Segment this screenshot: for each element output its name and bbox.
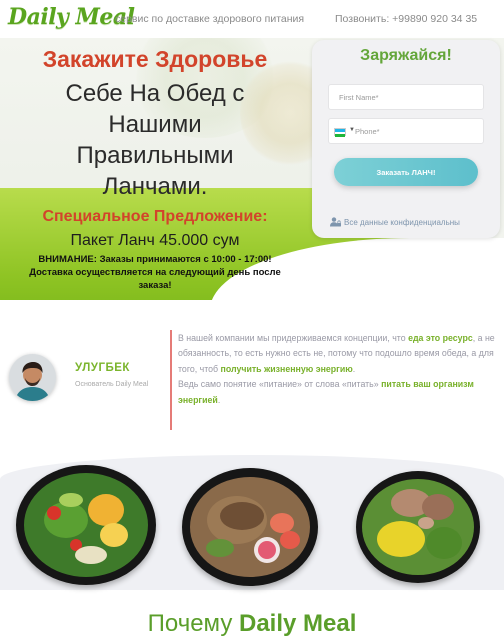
- privacy-text: Все данные конфиденциальны: [344, 217, 460, 227]
- header-phone-link[interactable]: Позвонить: +99890 920 34 35: [335, 13, 477, 25]
- author-name: УЛУГБЕК: [75, 362, 130, 374]
- about-text-highlight: получить жизненную энергию: [220, 363, 353, 374]
- why-section-title: Почему Daily Meal: [0, 610, 504, 638]
- hero-subtitle-line: Себе На Обед с: [65, 80, 245, 107]
- uzbekistan-flag-icon[interactable]: [334, 128, 346, 137]
- offer-title: Специальное Предложение:: [42, 208, 268, 225]
- hero-subtitle: Себе На Обед с Нашими Правильными Ланчам…: [0, 78, 310, 202]
- founder-photo: [9, 354, 56, 401]
- notice-line: ВНИМАНИЕ: Заказы принимаются с 10:00 - 1…: [38, 254, 272, 265]
- about-text-segment: В нашей компании мы придерживаемся конце…: [178, 333, 409, 343]
- notice-line: заказа!: [138, 280, 172, 291]
- hero-subtitle-line: Нашими: [108, 111, 202, 138]
- about-text: В нашей компании мы придерживаемся конце…: [178, 331, 496, 408]
- landing-page: Daily Meal сервис по доставке здорового …: [0, 0, 504, 641]
- meal-bowl-image: [16, 465, 156, 585]
- header: Daily Meal сервис по доставке здорового …: [0, 0, 504, 38]
- privacy-note: Все данные конфиденциальны: [330, 217, 460, 227]
- meal-bowl-image: [182, 468, 318, 586]
- order-notice: ВНИМАНИЕ: Заказы принимаются с 10:00 - 1…: [0, 253, 310, 292]
- about-text-segment: .: [217, 394, 221, 405]
- meal-bowl-image: [356, 471, 480, 583]
- author-role: Основатель Daily Meal: [75, 381, 149, 388]
- avatar: [9, 354, 56, 401]
- form-title: Заряжайся!: [360, 47, 452, 64]
- phone-field[interactable]: ▼: [328, 118, 484, 144]
- about-section: УЛУГБЕК Основатель Daily Meal В нашей ко…: [0, 300, 504, 460]
- header-tagline: сервис по доставке здорового питания: [115, 13, 305, 25]
- why-title-brand: Daily Meal: [238, 610, 357, 637]
- about-text-segment: .: [352, 363, 356, 374]
- hero-subtitle-line: Правильными: [76, 142, 234, 169]
- order-lunch-button[interactable]: Заказать ЛАНЧ!: [334, 158, 478, 186]
- notice-line: Доставка осуществляется на следующий ден…: [29, 267, 281, 278]
- offer-price: Пакет Ланч 45.000 сум: [70, 232, 240, 249]
- quote-divider: [170, 330, 172, 430]
- hero-subtitle-line: Ланчами.: [102, 173, 208, 200]
- why-title-prefix: Почему: [147, 610, 239, 637]
- user-lock-icon: [330, 217, 341, 227]
- phone-input[interactable]: [355, 119, 483, 143]
- about-text-highlight: еда это ресурс: [408, 333, 473, 343]
- hero-title: Закажите Здоровье: [42, 46, 268, 72]
- order-form: Заряжайся! ▼ Заказать ЛАНЧ! Все данные к…: [312, 40, 500, 238]
- first-name-input[interactable]: [328, 84, 484, 110]
- about-text-segment: Ведь само понятие «питание» от слова «пи…: [178, 379, 382, 390]
